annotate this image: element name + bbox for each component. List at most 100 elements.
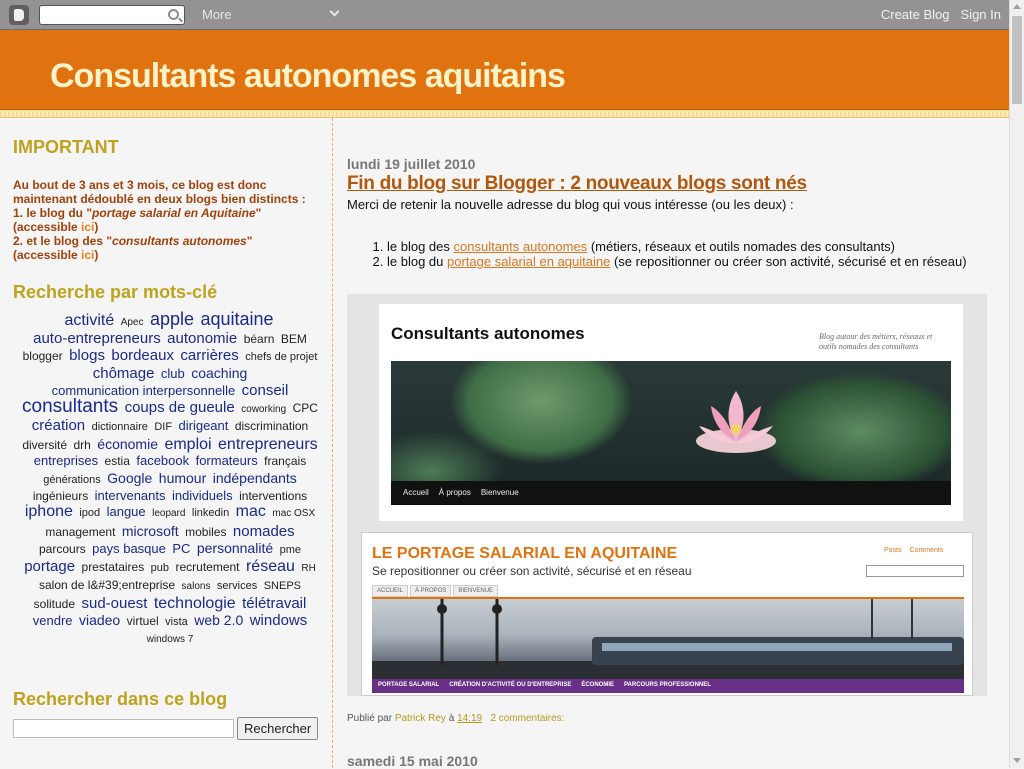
tag-link[interactable]: PC xyxy=(172,541,190,556)
tag-link[interactable]: iphone xyxy=(25,503,73,520)
tag-link[interactable]: linkedin xyxy=(192,507,229,519)
scroll-up-icon[interactable] xyxy=(1013,4,1021,9)
tag-link[interactable]: coups de gueule xyxy=(125,399,235,416)
chevron-down-icon[interactable] xyxy=(329,6,340,17)
tag-link[interactable]: coaching xyxy=(191,365,247,381)
tag-link[interactable]: ipod xyxy=(79,507,100,519)
tag-link[interactable]: leopard xyxy=(152,508,185,519)
blogger-logo-icon[interactable] xyxy=(9,5,29,25)
tag-link[interactable]: générations xyxy=(43,474,101,486)
tag-link[interactable]: salons xyxy=(182,581,211,592)
tag-link[interactable]: consultants xyxy=(22,396,118,417)
tag-link[interactable]: management xyxy=(45,525,115,539)
tag-link[interactable]: apple xyxy=(150,309,194,329)
tag-link[interactable]: entreprises xyxy=(34,453,98,468)
blog-title[interactable]: Consultants autonomes aquitains xyxy=(50,57,566,96)
tag-link[interactable]: services xyxy=(217,580,257,592)
tag-link[interactable]: autonomie xyxy=(167,330,237,347)
tag-link[interactable]: réseau xyxy=(246,558,295,575)
post-image[interactable]: Consultants autonomes Blog autour des mé… xyxy=(347,294,987,696)
portage-salarial-link[interactable]: portage salarial en aquitaine xyxy=(447,254,610,269)
tag-link[interactable]: recrutement xyxy=(175,560,239,574)
tag-link[interactable]: pays basque xyxy=(92,541,166,556)
tag-link[interactable]: mobiles xyxy=(185,525,226,539)
tag-link[interactable]: parcours xyxy=(39,542,86,556)
tag-link[interactable]: mac OSX xyxy=(272,508,315,519)
tag-link[interactable]: conseil xyxy=(242,382,289,399)
tag-link[interactable]: carrières xyxy=(180,347,238,364)
navbar-search-input[interactable] xyxy=(39,5,185,25)
tag-link[interactable]: économie xyxy=(97,436,158,452)
tag-link[interactable]: intervenants xyxy=(95,488,166,503)
tag-link[interactable]: blogs xyxy=(69,347,105,364)
tag-link[interactable]: formateurs xyxy=(196,453,258,468)
tag-link[interactable]: windows 7 xyxy=(147,634,194,645)
comments-link[interactable]: 2 commentaires: xyxy=(490,713,564,724)
tag-link[interactable]: ingénieurs xyxy=(33,489,88,503)
consultants-blog-link[interactable]: ici xyxy=(81,248,94,262)
scroll-down-icon[interactable] xyxy=(1013,758,1021,763)
tag-link[interactable]: club xyxy=(161,366,185,381)
blog-search-input[interactable] xyxy=(13,719,234,738)
tag-link[interactable]: DIF xyxy=(154,421,172,433)
tag-link[interactable]: portage xyxy=(24,558,75,575)
tag-link[interactable]: emploi xyxy=(164,436,211,453)
scroll-thumb[interactable] xyxy=(1012,16,1022,104)
tag-link[interactable]: coworking xyxy=(241,404,286,415)
tag-link[interactable]: auto-entrepreneurs xyxy=(33,330,161,347)
tag-link[interactable]: drh xyxy=(73,438,90,452)
more-menu[interactable]: More xyxy=(202,7,232,22)
tag-link[interactable]: web 2.0 xyxy=(194,612,243,628)
tag-link[interactable]: Google xyxy=(107,470,152,486)
tag-link[interactable]: pub xyxy=(151,562,169,574)
tag-link[interactable]: interventions xyxy=(239,489,307,503)
tag-link[interactable]: chefs de projet xyxy=(245,351,317,363)
tag-link[interactable]: dictionnaire xyxy=(92,421,148,433)
tag-link[interactable]: salon de l&#39;entreprise xyxy=(39,578,175,592)
tag-link[interactable]: blogger xyxy=(23,349,63,363)
consultants-autonomes-link[interactable]: consultants autonomes xyxy=(454,239,588,254)
post-time-link[interactable]: 14:19 xyxy=(457,713,482,724)
tag-link[interactable]: RH xyxy=(301,563,315,574)
tag-link[interactable]: chômage xyxy=(93,365,155,382)
search-button[interactable]: Rechercher xyxy=(237,717,318,740)
tag-link[interactable]: télétravail xyxy=(242,595,306,612)
tag-link[interactable]: microsoft xyxy=(122,523,179,539)
tag-link[interactable]: personnalité xyxy=(197,540,273,556)
tag-link[interactable]: humour xyxy=(159,470,206,486)
tag-link[interactable]: discrimination xyxy=(235,419,308,433)
page-scrollbar[interactable] xyxy=(1009,0,1024,768)
tag-link[interactable]: béarn xyxy=(244,332,275,346)
tag-link[interactable]: mac xyxy=(236,503,266,520)
tag-link[interactable]: BEM xyxy=(281,332,307,346)
tag-link[interactable]: Apec xyxy=(121,317,144,328)
tag-link[interactable]: dirigeant xyxy=(179,418,229,433)
tag-link[interactable]: pme xyxy=(280,544,301,556)
portage-blog-link[interactable]: ici xyxy=(81,220,94,234)
tag-link[interactable]: indépendants xyxy=(213,470,297,486)
tag-link[interactable]: entrepreneurs xyxy=(218,436,318,453)
tag-link[interactable]: bordeaux xyxy=(111,347,174,364)
tag-link[interactable]: CPC xyxy=(293,401,318,415)
create-blog-link[interactable]: Create Blog xyxy=(881,7,950,22)
tag-link[interactable]: SNEPS xyxy=(264,580,301,592)
author-link[interactable]: Patrick Rey xyxy=(395,713,446,724)
tag-link[interactable]: activité xyxy=(64,312,114,329)
search-icon[interactable] xyxy=(168,9,179,20)
tag-link[interactable]: langue xyxy=(107,504,146,519)
tag-link[interactable]: prestataires xyxy=(82,560,145,574)
tag-link[interactable]: windows xyxy=(250,612,308,629)
tag-link[interactable]: français xyxy=(264,454,306,468)
tag-link[interactable]: diversité xyxy=(22,438,67,452)
tag-link[interactable]: création xyxy=(32,417,85,434)
tag-link[interactable]: aquitaine xyxy=(200,309,273,329)
tag-link[interactable]: solitude xyxy=(34,597,75,611)
tag-link[interactable]: nomades xyxy=(233,523,295,540)
tag-link[interactable]: estia xyxy=(105,454,130,468)
tag-link[interactable]: individuels xyxy=(172,488,233,503)
tag-link[interactable]: sud-ouest xyxy=(82,595,148,612)
post-title[interactable]: Fin du blog sur Blogger : 2 nouveaux blo… xyxy=(347,173,807,195)
sign-in-link[interactable]: Sign In xyxy=(961,7,1001,22)
tag-link[interactable]: viadeo xyxy=(79,612,120,628)
tag-link[interactable]: vendre xyxy=(33,613,73,628)
